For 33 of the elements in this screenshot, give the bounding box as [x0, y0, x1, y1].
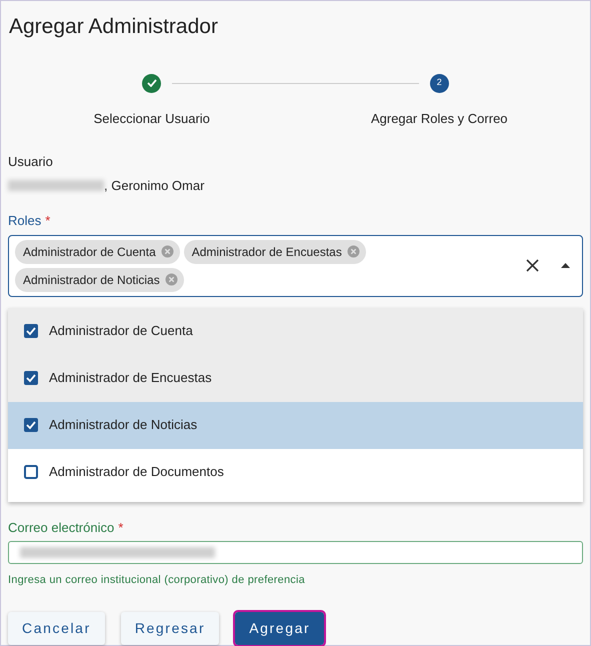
- action-button[interactable]: Regresar: [120, 612, 220, 645]
- step-label: Agregar Roles y Correo: [370, 110, 508, 128]
- checkbox[interactable]: [24, 465, 38, 479]
- action-button[interactable]: Cancelar: [8, 612, 105, 645]
- role-option[interactable]: Administrador de Cuenta: [8, 308, 583, 354]
- required-mark: *: [118, 520, 124, 534]
- checkbox[interactable]: [24, 418, 38, 432]
- user-name: , Geronimo Omar: [104, 176, 204, 194]
- page-title: Agregar Administrador: [9, 14, 219, 40]
- check-icon: [146, 79, 157, 87]
- email-field[interactable]: [8, 541, 583, 564]
- remove-icon: [164, 273, 178, 286]
- field-label: Usuario: [8, 153, 54, 171]
- caret-up-icon: [561, 263, 570, 268]
- field-label: Roles: [8, 213, 42, 228]
- help-text: Ingresa un correo institucional (corporativo) de preferencia: [8, 572, 306, 588]
- roles-select[interactable]: Administrador de Cuenta Administrador de Encuestas Administrador de Noticias: [8, 234, 583, 296]
- clear-icon: [526, 259, 539, 272]
- role-option[interactable]: Administrador de Noticias: [8, 402, 583, 448]
- checkbox[interactable]: [24, 324, 38, 338]
- remove-icon: [346, 245, 360, 258]
- role-chip[interactable]: Administrador de Encuestas: [184, 240, 366, 264]
- role-option[interactable]: Administrador de Encuestas: [8, 354, 583, 402]
- checkbox[interactable]: [24, 371, 38, 385]
- role-chip[interactable]: Administrador de Noticias: [15, 268, 184, 292]
- required-mark: *: [45, 213, 50, 228]
- remove-icon: [160, 245, 174, 258]
- field-label: Correo electrónico: [8, 520, 114, 534]
- role-chip[interactable]: Administrador de Cuenta: [15, 240, 180, 264]
- role-option[interactable]: Administrador de Documentos: [8, 448, 583, 496]
- action-button[interactable]: Agregar: [235, 612, 324, 645]
- step-label: Seleccionar Usuario: [94, 110, 210, 128]
- step-indicator: 2: [430, 74, 449, 92]
